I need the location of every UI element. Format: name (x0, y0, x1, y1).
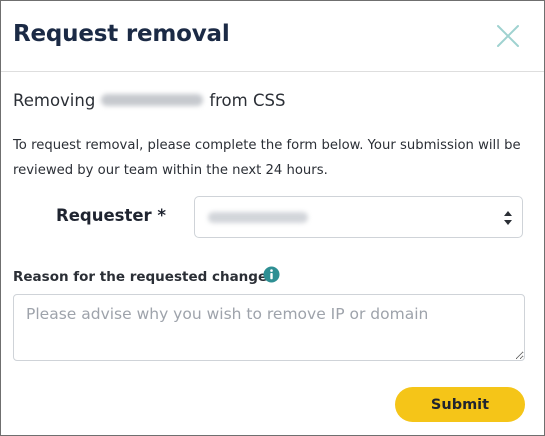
dialog-title: Request removal (13, 21, 230, 47)
dialog-header: Request removal (1, 1, 544, 72)
removing-target-line: Removing from CSS (13, 91, 285, 110)
close-x-icon (497, 25, 519, 47)
reason-textarea[interactable] (13, 294, 525, 361)
redacted-ip-address (101, 94, 204, 106)
info-icon[interactable] (263, 266, 280, 283)
close-button[interactable] (495, 23, 521, 49)
redacted-requester-name (208, 212, 308, 223)
requester-select[interactable] (194, 196, 523, 238)
requester-label: Requester * (56, 206, 167, 225)
select-arrows-icon (504, 211, 512, 225)
removing-suffix: from CSS (209, 91, 286, 110)
submit-button[interactable]: Submit (395, 387, 525, 422)
request-removal-dialog: Request removal Removing from CSS To requ… (0, 0, 545, 436)
form-description: To request removal, please complete the … (13, 138, 521, 178)
reason-label: Reason for the requested change (13, 269, 268, 285)
removing-prefix: Removing (13, 91, 96, 110)
